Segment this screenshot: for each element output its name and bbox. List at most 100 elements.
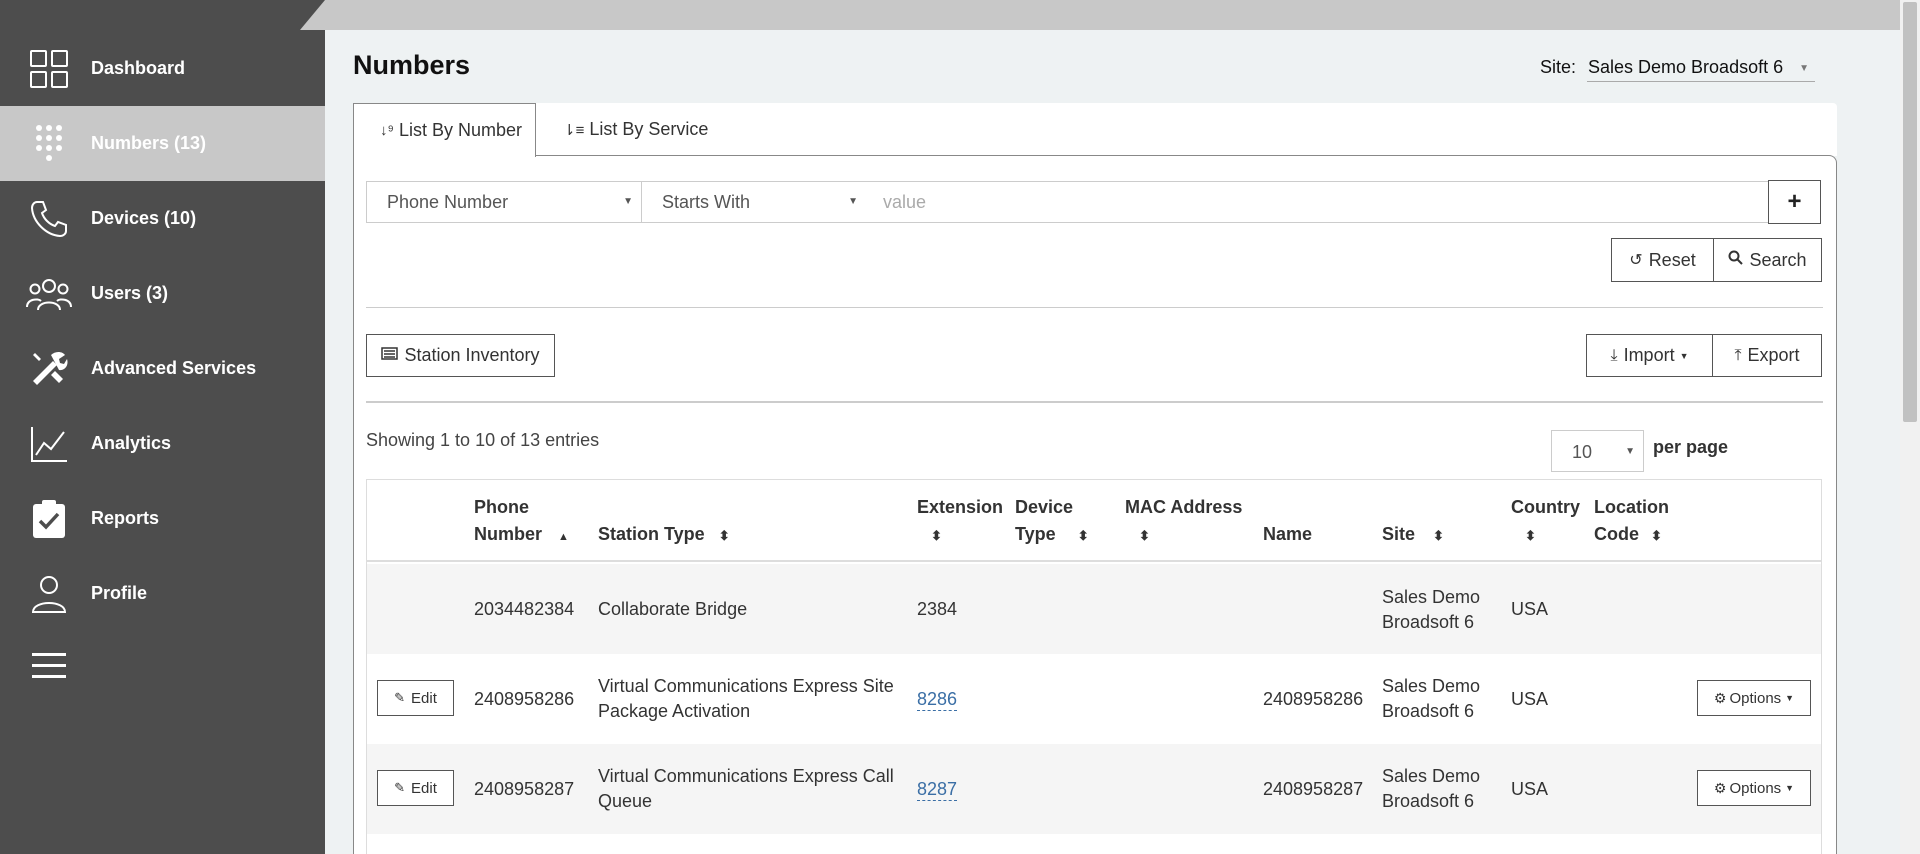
edit-label: Edit	[411, 689, 437, 707]
cell-text: Virtual Communications Express Call	[598, 766, 894, 786]
tools-icon	[26, 346, 72, 392]
edit-button[interactable]: ✎ Edit	[377, 770, 454, 806]
sort-icon: ⬍	[1651, 528, 1662, 543]
cell-text: Package Activation	[598, 701, 751, 721]
hamburger-menu-button[interactable]	[0, 628, 80, 703]
filter-field-select[interactable]: Phone Number ▼	[366, 181, 642, 223]
site-select-value: Sales Demo Broadsoft 6	[1588, 57, 1784, 77]
import-label: Import	[1623, 345, 1675, 365]
filter-operator-value: Starts With	[662, 192, 751, 212]
filter-operator-select[interactable]: Starts With ▼	[641, 181, 867, 223]
column-header-location-code[interactable]: Location Code ⬍	[1594, 494, 1669, 549]
export-button[interactable]: ⤒ Export	[1712, 334, 1822, 377]
header-text: Station Type	[598, 524, 705, 544]
sort-icon: ⬍	[1525, 528, 1536, 543]
clipboard-check-icon	[26, 496, 72, 542]
pencil-icon: ✎	[394, 780, 406, 795]
column-header-site[interactable]: Site ⬍	[1382, 521, 1444, 549]
cell-country: USA	[1511, 689, 1549, 709]
cell-country: USA	[1511, 599, 1549, 619]
cell-phone-number: 2034482384	[474, 599, 575, 619]
column-header-station-type[interactable]: Station Type ⬍	[598, 521, 730, 549]
entries-info: Showing 1 to 10 of 13 entries	[366, 430, 600, 450]
cell-text: Sales Demo	[1382, 587, 1481, 607]
top-bar-notch	[300, 0, 325, 30]
cell-extension-link[interactable]: 8287	[917, 778, 958, 801]
cell-extension-link[interactable]: 8286	[917, 688, 958, 711]
tab-label: List By Number	[398, 120, 522, 140]
import-button[interactable]: ⤓ Import ▼	[1586, 334, 1713, 377]
cell-site: Sales Demo Broadsoft 6	[1382, 585, 1480, 635]
per-page-select[interactable]: 10 ▼	[1551, 430, 1644, 472]
sidebar-item-numbers[interactable]: Numbers (13)	[0, 106, 325, 181]
chevron-down-icon: ▼	[1625, 446, 1635, 457]
table-row	[367, 564, 1821, 654]
gear-icon: ⚙	[1713, 779, 1727, 796]
column-header-extension[interactable]: Extension ⬍	[917, 494, 1003, 549]
add-filter-button[interactable]: +	[1768, 180, 1821, 224]
tab-list-by-number[interactable]: ↓⁹ List By Number	[353, 103, 536, 157]
tab-label: List By Service	[589, 119, 709, 139]
divider	[366, 307, 1823, 308]
download-icon: ⤓	[1610, 346, 1618, 364]
tab-list-by-service[interactable]: ⇂≡ List By Service	[537, 103, 717, 156]
reset-label: Reset	[1648, 249, 1696, 270]
page-title: Numbers	[353, 50, 471, 80]
sidebar-item-label: Advanced Services	[91, 358, 257, 378]
undo-icon: ↺	[1629, 252, 1643, 269]
sidebar-item-devices[interactable]: Devices (10)	[0, 181, 325, 256]
options-label: Options	[1729, 689, 1782, 707]
edit-button[interactable]: ✎ Edit	[377, 680, 454, 716]
per-page-value: 10	[1572, 442, 1593, 462]
search-button[interactable]: Search	[1713, 238, 1822, 282]
sidebar-item-label: Users (3)	[91, 283, 169, 303]
cell-country: USA	[1511, 779, 1549, 799]
options-button[interactable]: ⚙ Options ▼	[1697, 680, 1811, 716]
cell-name: 2408958287	[1263, 779, 1364, 799]
options-button[interactable]: ⚙ Options ▼	[1697, 770, 1811, 806]
station-inventory-label: Station Inventory	[404, 345, 540, 365]
export-label: Export	[1747, 345, 1800, 365]
sidebar-item-label: Devices (10)	[91, 208, 197, 228]
cell-text: Broadsoft 6	[1382, 701, 1475, 721]
table-row	[367, 744, 1821, 834]
dialpad-icon	[26, 121, 72, 167]
sidebar-item-dashboard[interactable]: Dashboard	[0, 31, 325, 106]
filter-value-input[interactable]: value	[866, 181, 1769, 223]
chart-icon	[26, 421, 72, 467]
site-label: Site:	[1540, 57, 1577, 77]
table-row	[367, 654, 1821, 744]
column-header-phone-number[interactable]: Phone Number ▲	[474, 494, 569, 551]
column-header-device-type[interactable]: Device Type ⬍	[1015, 494, 1089, 549]
upload-icon: ⤒	[1734, 346, 1742, 364]
column-header-country[interactable]: Country ⬍	[1511, 494, 1580, 549]
caret-down-icon: ▼	[1679, 350, 1689, 361]
cell-site: Sales Demo Broadsoft 6	[1382, 674, 1480, 724]
cell-text: Broadsoft 6	[1382, 791, 1475, 811]
divider	[366, 401, 1823, 403]
sidebar-item-profile[interactable]: Profile	[0, 556, 325, 631]
header-text: MAC Address	[1125, 497, 1243, 517]
header-text: Name	[1263, 524, 1313, 544]
edit-label: Edit	[411, 779, 437, 797]
sidebar-item-users[interactable]: Users (3)	[0, 256, 325, 331]
sort-asc-icon: ▲	[558, 531, 569, 543]
sidebar-item-reports[interactable]: Reports	[0, 481, 325, 556]
sort-list-icon: ⇂≡	[563, 121, 585, 139]
header-text: Country	[1511, 497, 1580, 517]
sidebar: Dashboard Numbers (13) Devices (10) User…	[0, 0, 325, 854]
cell-name: 2408958286	[1263, 689, 1364, 709]
sidebar-item-advanced-services[interactable]: Advanced Services	[0, 331, 325, 406]
sort-icon: ⬍	[931, 528, 942, 543]
reset-button[interactable]: ↺ Reset	[1611, 238, 1714, 282]
scrollbar-thumb[interactable]	[1903, 2, 1917, 422]
site-select[interactable]: Sales Demo Broadsoft 6 ▼	[1587, 52, 1815, 82]
header-text: Location	[1594, 497, 1669, 517]
sidebar-item-label: Dashboard	[91, 58, 186, 78]
sidebar-item-analytics[interactable]: Analytics	[0, 406, 325, 481]
sidebar-item-label: Profile	[91, 583, 148, 603]
station-inventory-button[interactable]: Station Inventory	[366, 334, 555, 377]
column-header-mac-address[interactable]: MAC Address ⬍	[1125, 494, 1242, 549]
header-text: Number	[474, 524, 543, 544]
sort-numeric-icon: ↓⁹	[380, 122, 394, 139]
